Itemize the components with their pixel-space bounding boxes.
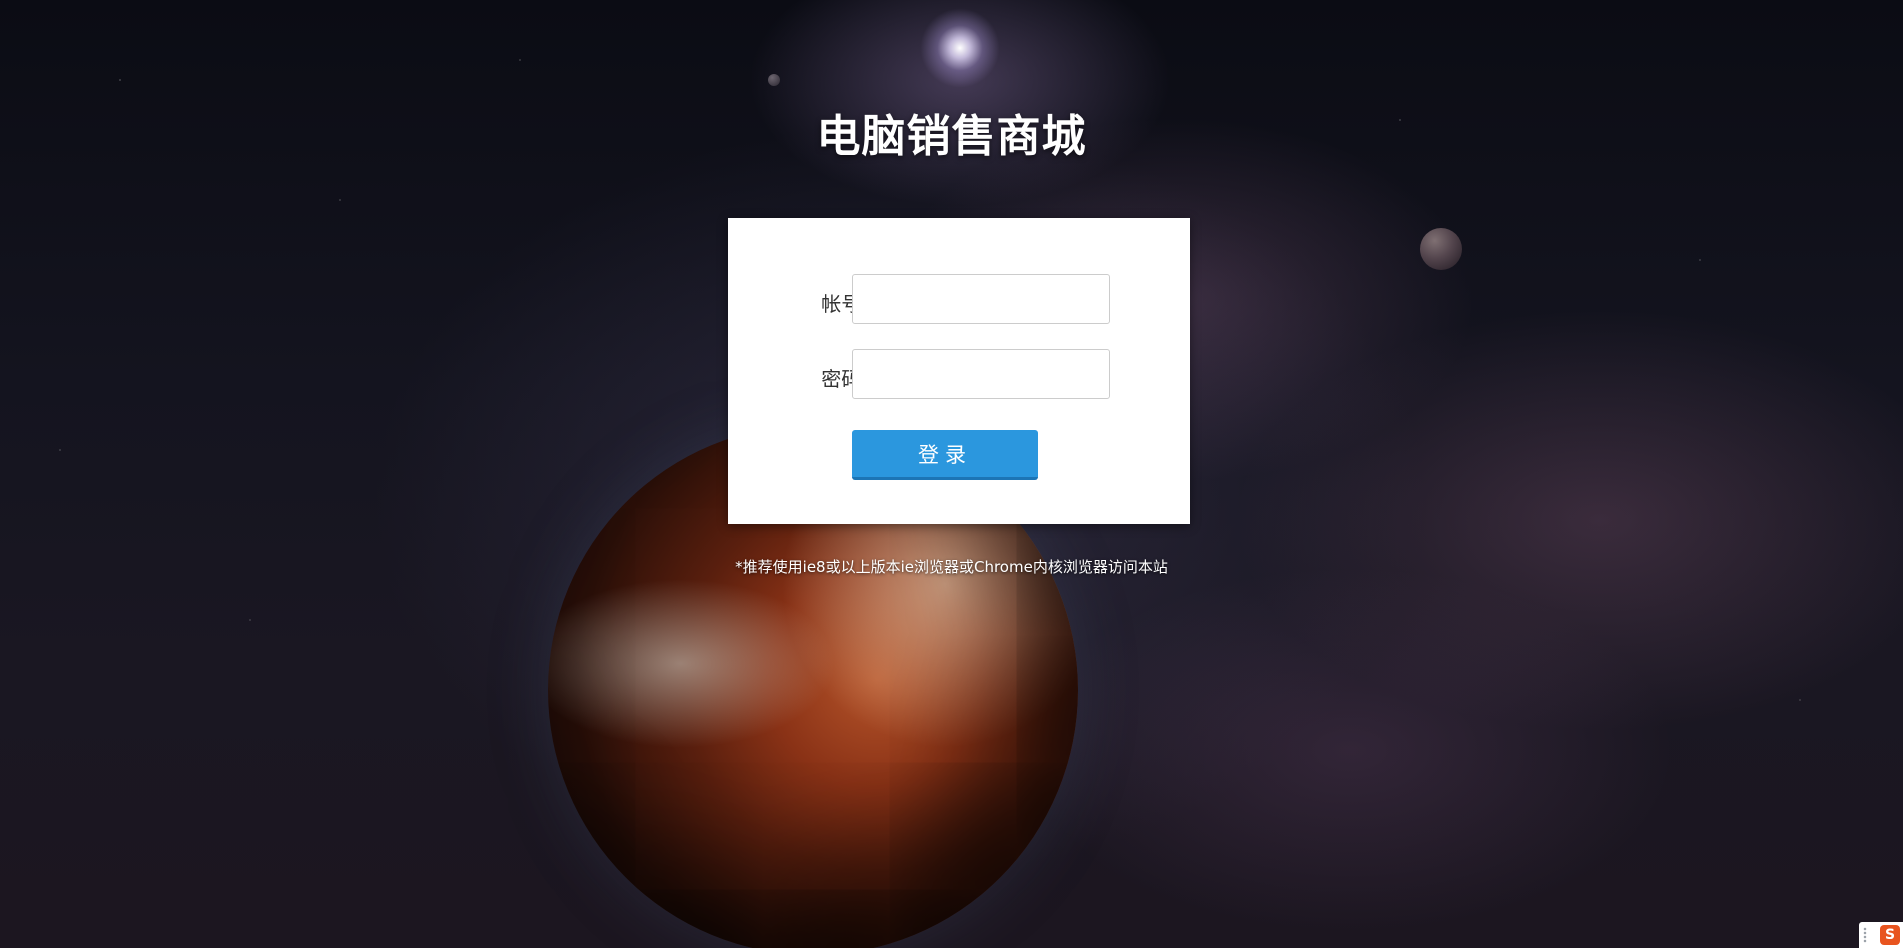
bright-star (920, 8, 1000, 88)
login-button[interactable]: 登录 (852, 430, 1038, 480)
password-input[interactable] (852, 349, 1110, 399)
page-title: 电脑销售商城 (816, 111, 1087, 162)
background-scene: 电脑销售商城 帐号: 密码: 登录 *推荐使用ie8或以上版本ie浏览器或Chr… (0, 0, 1903, 948)
browser-hint: *推荐使用ie8或以上版本ie浏览器或Chrome内核浏览器访问本站 (735, 558, 1168, 576)
password-row: 密码: (728, 349, 1190, 401)
ime-widget[interactable]: S (1859, 922, 1903, 948)
account-row: 帐号: (728, 274, 1190, 326)
tiny-moon (768, 74, 780, 86)
account-input[interactable] (852, 274, 1110, 324)
login-panel: 帐号: 密码: 登录 (728, 218, 1190, 524)
grip-icon[interactable] (1863, 927, 1867, 943)
small-moon (1420, 228, 1462, 270)
sogou-input-icon[interactable]: S (1880, 925, 1900, 945)
